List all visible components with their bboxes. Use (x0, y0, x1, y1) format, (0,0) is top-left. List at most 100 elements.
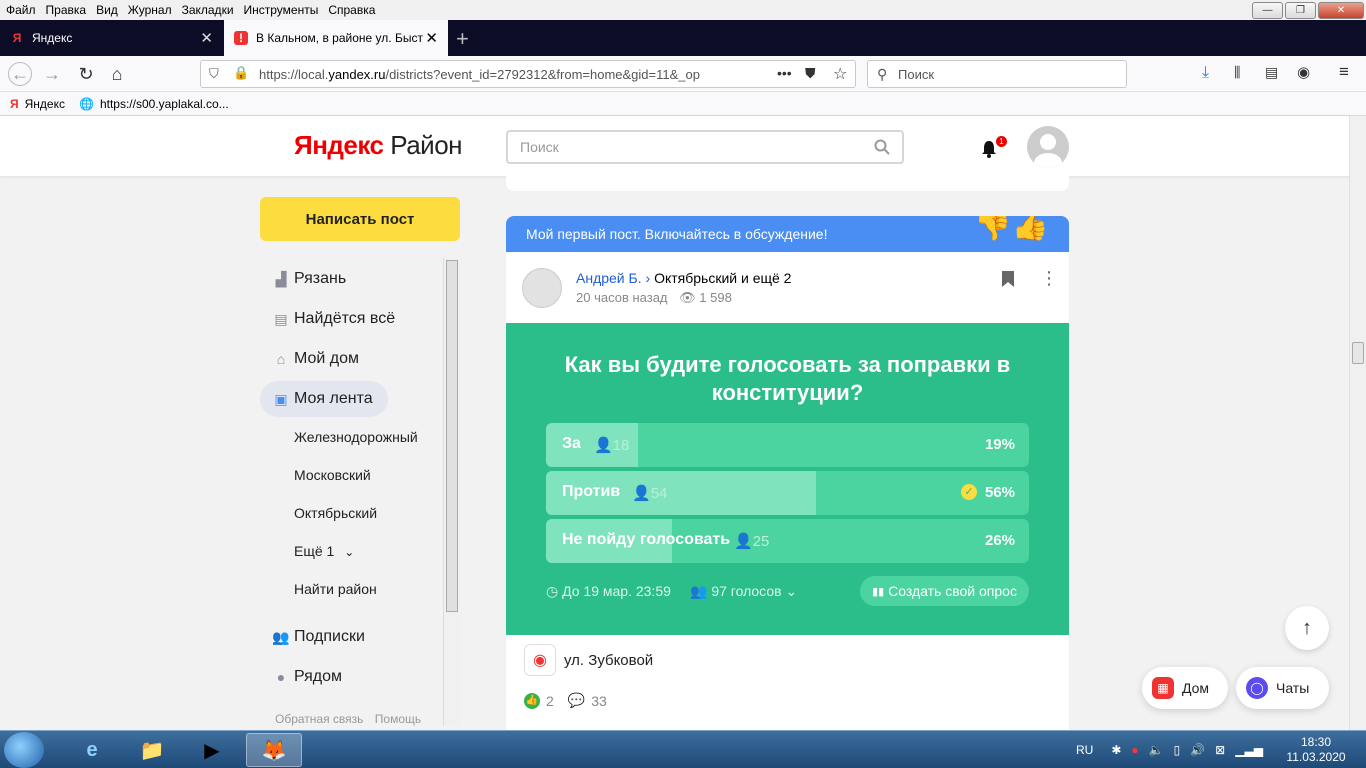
comments-count: 33 (591, 692, 607, 709)
feedback-link[interactable]: Обратная связь (275, 712, 363, 726)
comment-icon[interactable]: 💬 (568, 692, 585, 709)
sidebar-item-my-feed[interactable]: ▣ Моя лента (260, 381, 388, 417)
post-location[interactable]: ул. Зубковой (564, 652, 653, 669)
like-icon[interactable]: 👍 (524, 692, 540, 709)
start-button[interactable] (4, 732, 44, 768)
people-icon: 👥 (690, 583, 708, 599)
close-tab-icon[interactable]: ✕ (425, 29, 438, 47)
menu-help[interactable]: Справка (328, 3, 375, 17)
forward-icon[interactable]: → (40, 62, 64, 86)
district-zheleznodorozhny[interactable]: Железнодорожный (294, 429, 418, 445)
star-icon[interactable]: ☆ (833, 64, 847, 84)
scroll-to-top-button[interactable]: ↑ (1285, 606, 1329, 650)
home-floating-button[interactable]: ▦ Дом (1142, 667, 1228, 709)
more-districts-toggle[interactable]: Ещё 1 ⌄ (294, 543, 354, 559)
poll-option[interactable]: За 👤18 19% (546, 423, 1029, 467)
sidebar-scrollbar-thumb[interactable] (446, 260, 458, 612)
author-avatar[interactable] (522, 268, 562, 308)
close-window-button[interactable]: ✕ (1318, 2, 1364, 19)
find-district-link[interactable]: Найти район (294, 581, 377, 597)
menu-history[interactable]: Журнал (128, 3, 172, 17)
district-moskovsky[interactable]: Московский (294, 467, 371, 483)
shield-icon[interactable]: ⛉ (209, 66, 219, 82)
district-oktyabrsky[interactable]: Октябрьский (294, 505, 377, 521)
bookmark-icon[interactable] (1001, 270, 1015, 288)
create-poll-button[interactable]: ▮▮ Создать свой опрос (860, 576, 1029, 606)
tab-active-post[interactable]: ! В Кальном, в районе ул. Быст ✕ (224, 20, 448, 56)
device-icon[interactable]: ▯ (1174, 743, 1181, 757)
firefox-icon[interactable]: 🦊 (246, 733, 302, 767)
post-districts-link[interactable]: Октябрьский и ещё 2 (654, 270, 791, 286)
chats-floating-button[interactable]: ◯ Чаты (1236, 667, 1329, 709)
reload-icon[interactable]: ↻ (74, 62, 98, 86)
explorer-folder-icon[interactable]: 📁 (124, 733, 180, 767)
bookmark-yaplakal[interactable]: 🌐 https://s00.yaplakal.co... (79, 97, 229, 111)
volume-icon[interactable]: 🔈 (1149, 743, 1164, 757)
bluetooth-icon[interactable]: ✱ (1111, 743, 1121, 757)
pocket-icon[interactable]: ⛊ (805, 65, 816, 82)
yandex-rayon-logo[interactable]: Яндекс Район (294, 130, 463, 161)
alert-icon[interactable]: ● (1131, 743, 1138, 757)
download-icon[interactable]: ⤓ (1202, 64, 1209, 82)
site-search-placeholder: Поиск (520, 139, 559, 155)
create-poll-label: Создать свой опрос (888, 583, 1017, 599)
page-scrollbar[interactable] (1349, 116, 1366, 730)
site-search-input[interactable]: Поиск (506, 130, 904, 164)
person-icon: 👤 (594, 437, 613, 454)
scrollbar-thumb[interactable] (1352, 342, 1364, 364)
browser-search-input[interactable]: ⚲ Поиск (867, 60, 1127, 88)
signal-icon[interactable]: ▁▃▅ (1235, 743, 1263, 757)
hamburger-menu-icon[interactable]: ≡ (1339, 62, 1349, 82)
poll-option-percent: 19% (984, 436, 1015, 453)
sidebar-item-my-home[interactable]: ⌂ Мой дом (260, 341, 359, 377)
language-indicator[interactable]: RU (1076, 743, 1093, 757)
previous-post-card (506, 176, 1069, 191)
speaker-icon[interactable]: 🔊 (1190, 743, 1205, 757)
sidebar-item-label: Мой дом (294, 350, 360, 367)
menu-file[interactable]: Файл (6, 3, 36, 17)
bookmark-yandex[interactable]: Я Яндекс (10, 97, 65, 111)
help-link[interactable]: Помощь (375, 712, 421, 726)
lock-icon[interactable]: 🔒 (233, 65, 249, 81)
account-icon[interactable]: ◉ (1297, 63, 1310, 81)
clock[interactable]: 18:30 11.03.2020 (1286, 735, 1346, 765)
user-avatar[interactable] (1027, 126, 1069, 168)
sidebar-toggle-icon[interactable]: ▤ (1265, 64, 1278, 81)
poll-option-label: Против (562, 483, 621, 500)
library-icon[interactable]: ⫼ (1234, 64, 1240, 81)
poll-total-votes[interactable]: 👥 97 голосов ⌄ (690, 583, 797, 600)
sidebar-scrollbar[interactable] (443, 258, 460, 726)
sidebar-item-subscriptions[interactable]: 👥 Подписки (260, 619, 365, 655)
back-icon[interactable]: ← (8, 62, 32, 86)
menu-edit[interactable]: Правка (46, 3, 87, 17)
menu-bookmarks[interactable]: Закладки (182, 3, 234, 17)
sidebar-item-nearby[interactable]: ● Рядом (260, 659, 342, 695)
more-options-icon[interactable]: ⋮ (1040, 268, 1058, 289)
home-icon[interactable]: ⌂ (105, 62, 129, 86)
write-post-button[interactable]: Написать пост (260, 197, 460, 241)
network-icon[interactable]: ⊠ (1215, 743, 1225, 757)
internet-explorer-icon[interactable]: e (64, 733, 120, 767)
poll-option-selected[interactable]: Против 👤54 ✓ 56% (546, 471, 1029, 515)
new-tab-icon[interactable]: + (456, 26, 469, 52)
menu-view[interactable]: Вид (96, 3, 118, 17)
minimize-button[interactable]: — (1252, 2, 1283, 19)
menu-tools[interactable]: Инструменты (244, 3, 319, 17)
tab-strip: Я Яндекс ✕ ! В Кальном, в районе ул. Быс… (0, 20, 1366, 56)
poll-option[interactable]: Не пойду голосовать 👤25 26% (546, 519, 1029, 563)
maximize-button[interactable]: ❐ (1285, 2, 1316, 19)
home-icon: ⌂ (276, 351, 286, 367)
media-player-icon[interactable]: ▶ (184, 733, 240, 767)
poll-total-text: 97 голосов (711, 583, 782, 599)
close-tab-icon[interactable]: ✕ (200, 29, 213, 47)
map-pin-icon[interactable]: ◉ (524, 644, 556, 676)
url-bar[interactable]: ⛉ 🔒 https://local.yandex.ru/districts?ev… (200, 60, 856, 88)
sidebar-item-catalog[interactable]: ▤ Найдётся всё (260, 301, 395, 337)
sidebar-item-ryazan[interactable]: ▟ Рязань (260, 261, 347, 297)
tab-yandex[interactable]: Я Яндекс ✕ (0, 20, 223, 56)
author-name-link[interactable]: Андрей Б. (576, 270, 642, 286)
page-actions-icon[interactable]: ••• (777, 65, 792, 81)
city-icon: ▟ (275, 270, 287, 287)
bookmark-label: Яндекс (24, 96, 65, 111)
poll-option-percent: 26% (984, 532, 1015, 549)
